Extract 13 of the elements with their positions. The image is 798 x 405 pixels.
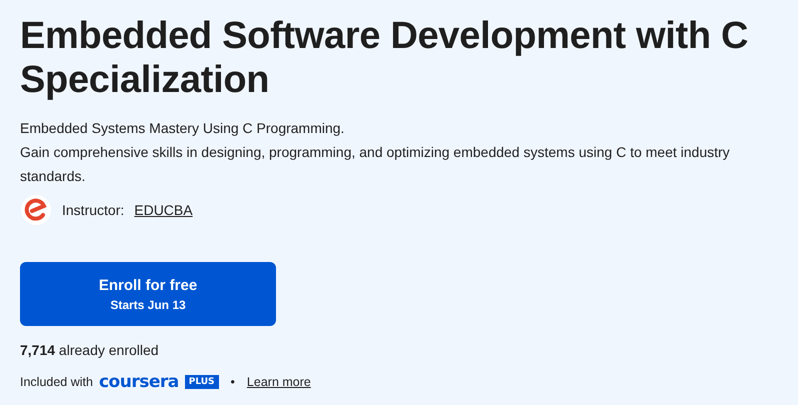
plus-badge: PLUS	[184, 375, 219, 389]
description-text: Embedded Systems Mastery Using C Programming.	[20, 119, 346, 138]
description-text: Gain comprehensive skills in designing, programming, and optimizing embedded systems using C to meet industry standards.	[20, 143, 731, 186]
instructor-label: Instructor:	[62, 202, 124, 218]
enrolled-count: 7,714 already enrolled	[20, 342, 160, 358]
included-text: Included with	[20, 375, 93, 389]
enroll-button[interactable]: Enroll for free Starts Jun 13	[20, 262, 276, 326]
course-title: Embedded Software Development with C Specialization	[20, 14, 750, 102]
instructor-link[interactable]: EDUCBA	[134, 202, 193, 218]
coursera-logo: coursera	[98, 372, 179, 392]
instructor-logo-icon	[20, 194, 52, 226]
separator-dot: •	[230, 375, 235, 389]
learn-more-link[interactable]: Learn more	[246, 375, 311, 389]
